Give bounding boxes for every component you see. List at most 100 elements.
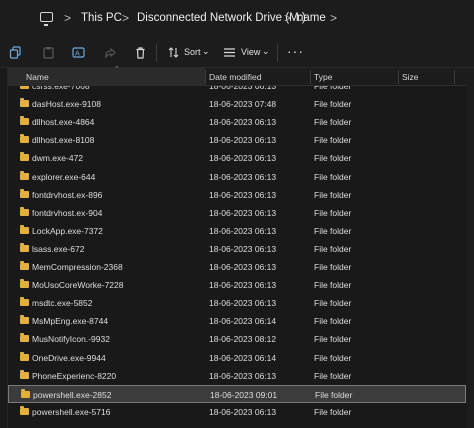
file-name: MemCompression-2368 [32,262,123,272]
date-modified: 18-06-2023 06:13 [209,171,277,182]
more-options-icon[interactable]: ··· [287,43,304,59]
column-header-type[interactable]: Type [314,72,332,82]
sort-ascending-icon: ⌃ [114,66,120,73]
file-type: File folder [314,153,352,164]
folder-icon [20,170,29,180]
file-type: File folder [314,99,352,110]
folder-icon [20,224,29,234]
breadcrumb-this-pc[interactable]: This PC [81,12,122,24]
file-name: explorer.exe-644 [32,171,96,182]
view-button[interactable]: View [241,47,260,57]
file-type: File folder [314,225,352,236]
file-type: File folder [314,243,352,254]
column-divider[interactable] [398,70,399,84]
file-row[interactable]: fontdrvhost.ex-896 18-06-2023 06:13 File f… [8,186,466,204]
sort-icon[interactable] [167,46,180,59]
file-row[interactable]: powershell.exe-2852 18-06-2023 09:01 File … [8,384,466,403]
folder-icon [20,98,29,108]
file-row[interactable]: lsass.exe-672 18-06-2023 06:13 File folder [8,240,466,258]
folder-icon [20,86,29,89]
paste-icon[interactable] [42,46,55,59]
breadcrumb-name[interactable]: name [297,12,326,24]
file-row[interactable]: explorer.exe-644 18-06-2023 06:13 File fol… [8,168,466,186]
chevron-right-icon: > [284,11,292,25]
date-modified: 18-06-2023 06:13 [209,86,277,91]
folder-icon [20,333,29,343]
column-header-size[interactable]: Size [402,72,419,82]
column-divider[interactable] [310,70,311,84]
date-modified: 18-06-2023 06:14 [209,352,277,363]
file-type: File folder [314,86,352,91]
chevron-right-icon: > [122,11,130,25]
file-row[interactable]: MsMpEng.exe-8744 18-06-2023 06:14 File fol… [8,312,466,330]
vertical-scrollbar[interactable] [466,68,474,428]
file-type: File folder [314,406,352,417]
column-divider[interactable] [205,70,206,84]
date-modified: 18-06-2023 06:14 [209,316,277,327]
date-modified: 18-06-2023 09:01 [210,389,278,400]
sort-button[interactable]: Sort [184,47,201,57]
file-name: LockApp.exe-7372 [32,225,103,236]
date-modified: 18-06-2023 06:13 [209,243,277,254]
file-row[interactable]: dwm.exe-472 18-06-2023 06:13 File folder [8,149,466,167]
navigation-pane-edge[interactable] [0,68,8,428]
file-row[interactable]: PhoneExperienc-8220 18-06-2023 06:13 File … [8,367,466,385]
file-type: File folder [314,370,352,381]
date-modified: 18-06-2023 06:13 [209,117,277,128]
breadcrumb-network-drive[interactable]: Disconnected Network Drive (M:) [137,12,306,24]
file-name: msdtc.exe-5852 [32,298,93,309]
folder-icon [20,315,29,325]
file-row[interactable]: dllhost.exe-8108 18-06-2023 06:13 File fol… [8,131,466,149]
copy-icon[interactable] [9,46,22,59]
file-name: dasHost.exe-9108 [32,99,101,110]
folder-icon [20,206,29,216]
file-row[interactable]: MemCompression-2368 18-06-2023 06:13 File … [8,258,466,276]
file-row[interactable]: OneDrive.exe-9944 18-06-2023 06:14 File fo… [8,349,466,367]
folder-icon [20,261,29,270]
file-row[interactable]: dasHost.exe-9108 18-06-2023 07:48 File fol… [8,95,466,113]
column-header-row: ⌃ Name Date modified Type Size [8,66,466,86]
column-divider[interactable] [454,70,455,84]
file-name: csrss.exe-7068 [32,86,90,91]
date-modified: 18-06-2023 06:13 [209,207,277,218]
file-type: File folder [314,298,352,309]
date-modified: 18-06-2023 06:13 [209,262,277,272]
file-type: File folder [314,135,352,146]
folder-icon [20,279,29,289]
date-modified: 18-06-2023 07:48 [209,99,277,110]
folder-icon [20,369,29,379]
file-row[interactable]: MusNotifyIcon.-9932 18-06-2023 08:12 File … [8,330,466,348]
file-name: powershell.exe-5716 [32,406,111,417]
file-row[interactable]: powershell.exe-5716 18-06-2023 06:13 File … [8,403,466,421]
column-header-name[interactable]: Name [26,72,49,82]
file-row[interactable]: fontdrvhost.ex-904 18-06-2023 06:13 File f… [8,204,466,222]
file-name: fontdrvhost.ex-904 [32,207,103,218]
chevron-right-icon[interactable]: > [330,11,337,25]
file-type: File folder [314,262,352,272]
column-header-date-modified[interactable]: Date modified [209,72,261,82]
chevron-down-icon[interactable]: ⌄ [202,46,210,57]
file-type: File folder [314,280,352,291]
rename-icon[interactable]: A [72,46,85,59]
date-modified: 18-06-2023 06:13 [209,406,277,417]
file-name: dllhost.exe-4864 [32,117,95,128]
command-bar: A Sort ⌄ View ⌄ ··· [0,38,474,68]
file-name: PhoneExperienc-8220 [32,370,117,381]
delete-icon[interactable] [134,46,147,59]
file-type: File folder [314,334,352,345]
file-row[interactable]: msdtc.exe-5852 18-06-2023 06:13 File folde… [8,294,466,312]
file-row[interactable]: dllhost.exe-4864 18-06-2023 06:13 File fol… [8,113,466,131]
folder-icon [20,188,29,198]
computer-icon[interactable] [38,10,56,26]
view-icon[interactable] [223,46,236,59]
share-icon[interactable] [104,46,117,59]
file-row[interactable]: LockApp.exe-7372 18-06-2023 06:13 File fol… [8,222,466,240]
file-row[interactable]: MoUsoCoreWorke-7228 18-06-2023 06:13 File … [8,276,466,294]
file-row[interactable]: csrss.exe-7068 18-06-2023 06:13 File folde… [8,86,466,95]
file-name: MoUsoCoreWorke-7228 [32,280,124,291]
file-name: powershell.exe-2852 [33,389,112,400]
chevron-down-icon[interactable]: ⌄ [262,46,270,57]
file-list: csrss.exe-7068 18-06-2023 06:13 File folde… [8,86,466,428]
date-modified: 18-06-2023 06:13 [209,280,277,291]
folder-icon [20,297,29,307]
